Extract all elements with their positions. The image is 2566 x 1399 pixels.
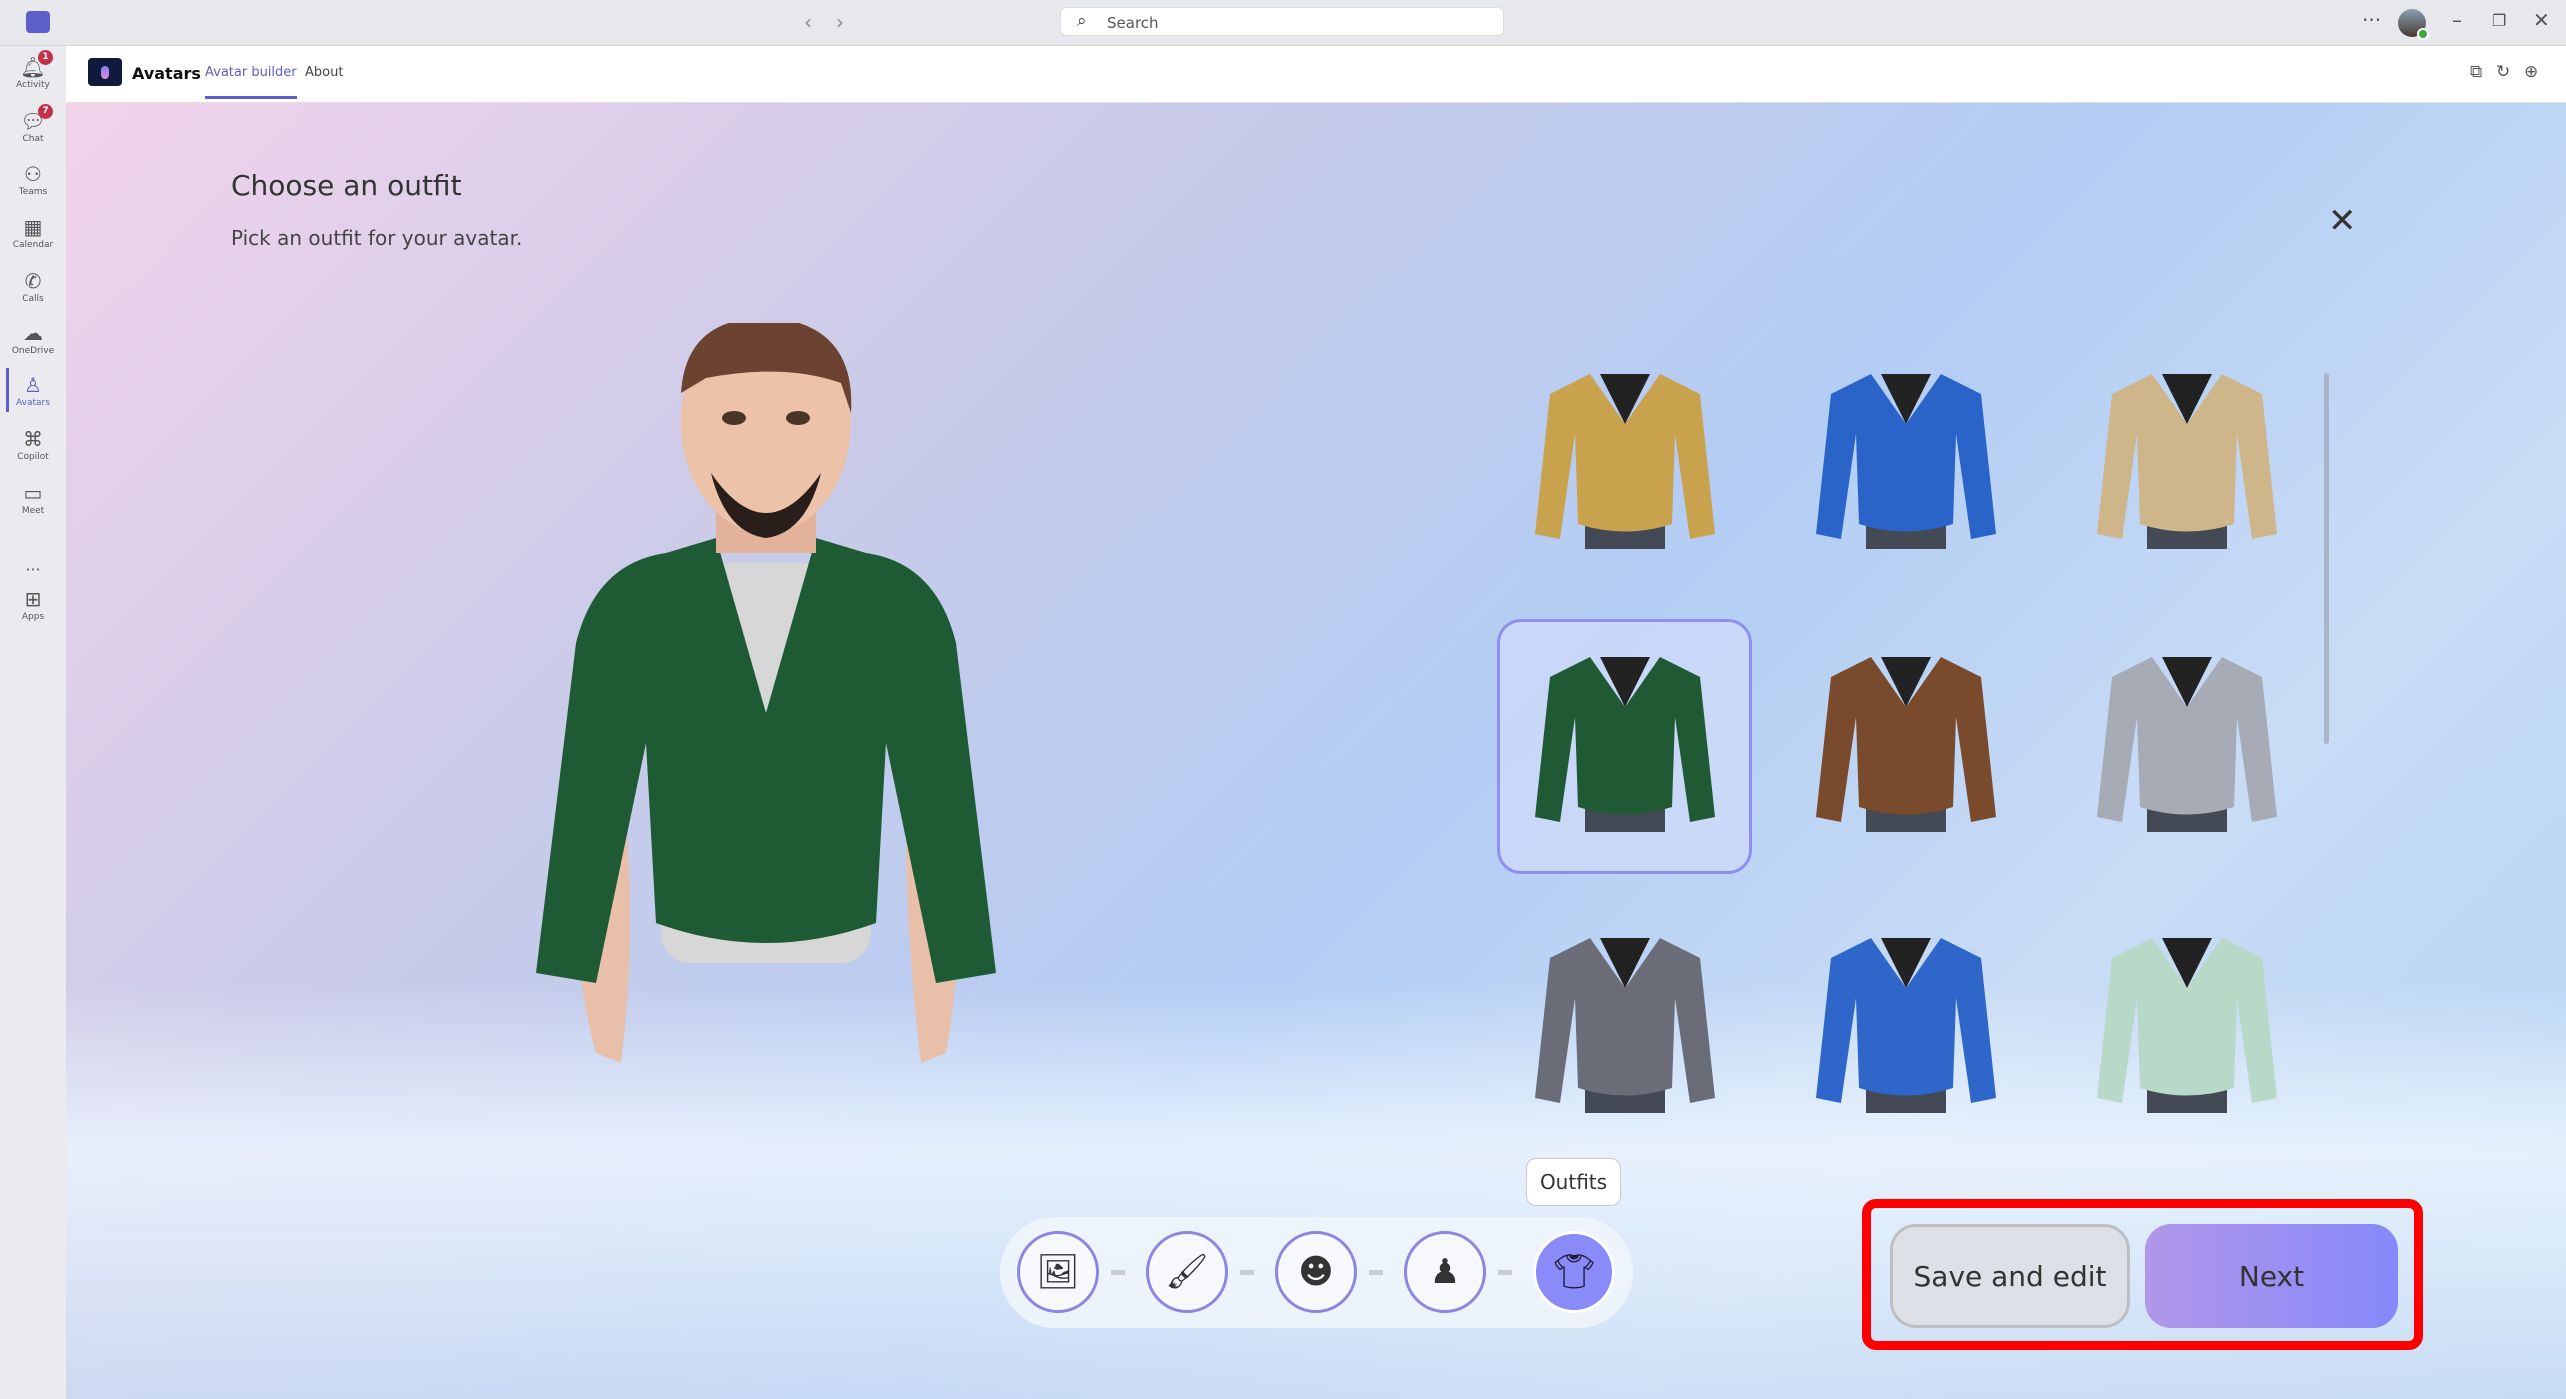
status-available-icon: [2417, 28, 2429, 40]
app-rail: 🔔︎ Activity 1 💬︎ Chat 7 ⚇ Teams ▦ Calendar ✆ Calls ☁…: [0, 46, 66, 1399]
video-icon: ▭: [23, 481, 43, 505]
chat-icon: 💬︎: [20, 109, 46, 133]
rail-item-apps[interactable]: ⊞ Apps: [0, 586, 66, 622]
step-face[interactable]: ☻: [1275, 1231, 1357, 1313]
outfit-option[interactable]: [1497, 619, 1752, 874]
close-window-button[interactable]: ✕: [2533, 8, 2550, 32]
outfit-thumbnail: [1815, 656, 1996, 832]
refresh-icon[interactable]: ↻: [2496, 62, 2510, 82]
avatar-icon: ♙: [24, 373, 42, 397]
rail-item-meet[interactable]: ▭ Meet: [0, 480, 66, 516]
bell-icon: 🔔︎: [20, 55, 46, 79]
search-placeholder: Search: [1107, 14, 1159, 32]
teams-icon: ⚇: [24, 162, 42, 186]
rail-item-avatars[interactable]: ♙ Avatars: [0, 368, 66, 412]
outfit-option[interactable]: [1497, 900, 1752, 1155]
rail-item-calendar[interactable]: ▦ Calendar: [0, 214, 66, 250]
search-icon: ⌕: [1077, 11, 1087, 31]
outfit-thumbnail: [2096, 937, 2277, 1113]
outfit-thumbnail: [1534, 373, 1715, 549]
rail-item-label: Calls: [22, 294, 44, 304]
step-shirt[interactable]: 👕︎: [1533, 1231, 1615, 1313]
phone-icon: ✆: [24, 269, 42, 293]
teams-logo-icon: [26, 11, 50, 33]
outfit-thumbnail: [1534, 656, 1715, 832]
outfit-option[interactable]: [1778, 619, 2033, 874]
rail-item-label: Avatars: [16, 398, 50, 408]
rail-item-label: Apps: [21, 612, 45, 622]
rail-item-label: Teams: [18, 187, 48, 197]
minimize-button[interactable]: –: [2452, 8, 2462, 32]
save-and-edit-button[interactable]: Save and edit: [1890, 1224, 2130, 1328]
body-icon: ♟: [1429, 1252, 1461, 1292]
rail-item-label: Meet: [21, 506, 45, 516]
notification-badge: 1: [38, 50, 53, 65]
step-connector: [1369, 1270, 1383, 1275]
page-subtitle: Pick an outfit for your avatar.: [231, 226, 523, 250]
app-header: Avatars Avatar builder About ⧉ ↻ ⊕: [66, 46, 2566, 103]
rail-item-label: Chat: [22, 134, 44, 144]
back-button[interactable]: ‹: [804, 10, 812, 34]
calendar-icon: ▦: [23, 215, 43, 239]
step-connector: [1240, 1270, 1254, 1275]
pop-out-icon[interactable]: ⧉: [2470, 62, 2482, 82]
outfit-option[interactable]: [2059, 619, 2314, 874]
more-options-button[interactable]: ···: [2362, 8, 2381, 32]
step-connector: [1498, 1270, 1512, 1275]
outfit-option[interactable]: [2059, 900, 2314, 1155]
outfit-option[interactable]: [1778, 336, 2033, 591]
outfit-thumbnail: [1534, 937, 1715, 1113]
page-title: Choose an outfit: [231, 169, 462, 202]
rail-item-label: Copilot: [17, 452, 49, 462]
rail-item-calls[interactable]: ✆ Calls: [0, 268, 66, 304]
rail-item-copilot[interactable]: ⌘ Copilot: [0, 426, 66, 462]
cloud-icon: ☁︎: [23, 321, 43, 345]
search-input[interactable]: ⌕ Search: [1060, 7, 1504, 36]
paintbrush-icon: 🖌︎: [1165, 1252, 1209, 1292]
outfit-thumbnail: [2096, 656, 2277, 832]
avatar-builder: Choose an outfit Pick an outfit for your…: [66, 103, 2566, 1399]
avatar-preview[interactable]: [506, 323, 1026, 1263]
face-icon: ☻: [1298, 1252, 1334, 1292]
title-bar: ‹ › ⌕ Search ··· – ❐ ✕: [0, 0, 2566, 46]
user-avatar[interactable]: [2398, 9, 2429, 40]
rail-item-label: OneDrive: [11, 346, 55, 356]
app-title: Avatars: [132, 64, 201, 83]
rail-item-activity[interactable]: 🔔︎ Activity 1: [0, 50, 66, 90]
forward-button[interactable]: ›: [836, 10, 844, 34]
close-icon[interactable]: ✕: [2328, 201, 2357, 241]
step-body[interactable]: ♟: [1404, 1231, 1486, 1313]
copilot-icon: ⌘: [23, 427, 43, 451]
step-paintbrush[interactable]: 🖌︎: [1146, 1231, 1228, 1313]
rail-item-onedrive[interactable]: ☁︎ OneDrive: [0, 320, 66, 356]
rail-item-label: ···: [25, 560, 41, 579]
restore-button[interactable]: ❐: [2492, 11, 2506, 30]
avatars-app-icon: [88, 58, 122, 86]
shirt-icon: 👕︎: [1552, 1252, 1596, 1292]
outfit-thumbnail: [2096, 373, 2277, 549]
more-icon: [0, 534, 66, 560]
tab-avatar-builder[interactable]: Avatar builder: [205, 65, 297, 99]
rail-item-chat[interactable]: 💬︎ Chat 7: [0, 104, 66, 144]
outfit-thumbnail: [1815, 373, 1996, 549]
outfit-option[interactable]: [2059, 336, 2314, 591]
outfit-option[interactable]: [1497, 336, 1752, 591]
rail-item-teams[interactable]: ⚇ Teams: [0, 161, 66, 197]
notification-badge: 7: [38, 104, 53, 119]
outfit-thumbnail: [1815, 937, 1996, 1113]
rail-more-button[interactable]: ···: [0, 534, 66, 579]
rail-item-label: Calendar: [12, 240, 54, 250]
outfit-list-scrollbar[interactable]: [2324, 373, 2329, 744]
outfit-option[interactable]: [1778, 900, 2033, 1155]
globe-icon[interactable]: ⊕: [2524, 62, 2538, 82]
next-button[interactable]: Next: [2145, 1224, 2398, 1328]
background-icon: 🖼︎: [1036, 1252, 1080, 1292]
step-tooltip: Outfits: [1526, 1158, 1621, 1206]
add-app-icon: ⊞: [24, 587, 42, 611]
builder-stepper: 🖼︎ 🖌︎ ☻ ♟ 👕︎: [1000, 1217, 1633, 1328]
step-connector: [1111, 1270, 1125, 1275]
rail-item-label: Activity: [16, 80, 50, 90]
tab-about[interactable]: About: [305, 65, 343, 80]
step-background[interactable]: 🖼︎: [1017, 1231, 1099, 1313]
